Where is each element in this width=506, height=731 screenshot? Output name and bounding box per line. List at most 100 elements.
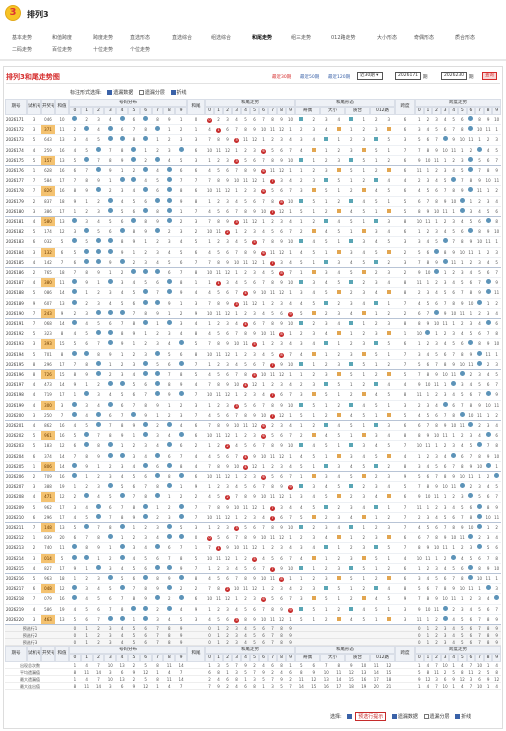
- nav-link[interactable]: 大小形态: [377, 34, 397, 41]
- span-trend-cell: 10: [494, 453, 500, 459]
- span-trend-cell: 1: [478, 249, 481, 255]
- span-trend-cell: 2: [469, 259, 473, 265]
- recent-30-link[interactable]: 最近30期: [272, 74, 291, 80]
- hit-ball: [119, 524, 125, 529]
- span-trend-cell: 3: [486, 198, 490, 204]
- dist-cell: 7: [120, 504, 124, 510]
- bottom-line-checkbox[interactable]: [455, 714, 461, 719]
- dist-cell: 4: [132, 188, 136, 194]
- sum-trend-cell: 7: [289, 270, 292, 275]
- shape-cell: [370, 339, 383, 348]
- span-cell: 4: [403, 555, 407, 561]
- polyline-checkbox[interactable]: [170, 90, 176, 95]
- nav-link[interactable]: 个位走势: [130, 46, 150, 53]
- span-cell: 3: [403, 259, 407, 265]
- range-select[interactable]: 近30期 ▾: [357, 72, 383, 80]
- shape-cell: 2: [374, 576, 378, 581]
- stat-value: 1: [418, 684, 421, 689]
- dist-cell: [93, 421, 105, 430]
- sum-cell: 14: [59, 453, 65, 459]
- table-row: 2026210 6 296 17 4 5 7 8 9 2 3 7 10 11 12 1 2 3 4 7 6 7 5 2 3 4 1 2…: [5, 513, 501, 523]
- sum-trend-cell: 10: [260, 616, 267, 622]
- recent-50-link[interactable]: 最近50期: [300, 74, 319, 80]
- span-trend-cell: 8: [495, 331, 498, 337]
- forecast-digit: 0: [418, 626, 421, 631]
- ones-cell: 2: [194, 229, 198, 235]
- missing-data-checkbox[interactable]: [107, 90, 113, 95]
- shape-sub: 质合: [345, 107, 370, 115]
- to-issue-input[interactable]: 2026230: [441, 72, 467, 80]
- hit-ball: [143, 605, 149, 611]
- table-row: 2026177 7 584 17 7 8 9 1 4 5 7 7 7 8 9 10 11 12 1 7 3 4 2 3 5 1 2 4…: [5, 176, 501, 187]
- hit-ball: [494, 595, 500, 601]
- nav-link[interactable]: 组选综合: [211, 34, 231, 41]
- shape-cell: 2: [324, 157, 328, 163]
- sum-trend-cell: 4: [235, 484, 238, 490]
- nav-link[interactable]: 二码走势: [12, 46, 32, 53]
- shape-marker: [336, 616, 341, 621]
- nav-link[interactable]: 十位走势: [93, 46, 113, 53]
- forecast-digit: 7: [156, 626, 159, 631]
- nav-link[interactable]: 基本走势: [12, 34, 32, 41]
- dist-cell: 8: [85, 453, 88, 459]
- nav-link[interactable]: 012路走势: [331, 34, 356, 41]
- sum-trend-cell: 3: [253, 474, 256, 479]
- sum-trend-cell: 8: [217, 382, 220, 388]
- sum-trend-cell: 4: [289, 504, 292, 510]
- prize-cell: 374: [44, 453, 52, 459]
- dist-cell: 7: [179, 545, 183, 551]
- shape-cell: 1: [324, 606, 328, 612]
- span-trend-cell: 5: [426, 300, 430, 306]
- shape-cell: [370, 135, 383, 144]
- stat-value: 8: [73, 684, 77, 689]
- table-row: 2026183 6 032 5 5 8 9 1 2 3 4 5 1 2 3 4 5 5 7 8 9 10 4 5 1 3 4 5 3 3 4…: [5, 237, 501, 248]
- shape-cell: [295, 564, 308, 573]
- nav-link[interactable]: 直选综合: [172, 34, 192, 41]
- sum-trend-cell: 7: [268, 503, 277, 512]
- trial-cell: 5: [32, 157, 36, 163]
- nav-link[interactable]: 直选形态: [130, 34, 150, 41]
- sum-trend-cell: 7: [235, 372, 238, 377]
- forecast-row[interactable]: 预选行2 0 1 2 3 4 5 6 7 8 9 0 1 2 3 4 5 6 7 8 9 0 1 2 3 4 5 6 7 8 9: [5, 632, 501, 639]
- sum-trend-cell: 6: [253, 198, 256, 204]
- sum-trend-cell: 8: [244, 576, 247, 581]
- dist-cell: [152, 370, 164, 379]
- nav-link[interactable]: 跨度走势: [93, 34, 113, 41]
- nav-link[interactable]: 和值跨度: [52, 34, 72, 41]
- from-issue-input[interactable]: 2026171: [395, 72, 421, 80]
- forecast-row[interactable]: 预选行3 0 1 2 3 4 5 6 7 8 9 0 1 2 3 4 5 6 7 8 9 0 1 2 3 4 5 6 7 8 9: [5, 639, 501, 646]
- shape-cell: [345, 156, 358, 165]
- nav-link[interactable]: 质合形态: [455, 34, 475, 41]
- query-button[interactable]: 查询: [482, 72, 497, 80]
- sum-trend-cell: 6: [226, 412, 229, 418]
- nav-link[interactable]: 组三走势: [291, 34, 311, 41]
- bottom-layer-checkbox[interactable]: [423, 714, 429, 719]
- nav-link[interactable]: 奇偶形态: [414, 34, 434, 41]
- nav-link[interactable]: 百位走势: [52, 46, 72, 53]
- hit-ball: [107, 615, 113, 621]
- dist-cell: [93, 248, 105, 257]
- bottom-missing-checkbox[interactable]: [391, 714, 397, 719]
- missing-layer-checkbox[interactable]: [138, 90, 144, 95]
- nav-link[interactable]: 和尾走势: [252, 34, 272, 41]
- span-trend-cell: 2: [452, 157, 455, 163]
- span-trend-cell: 6: [486, 270, 490, 275]
- shape-cell: 5: [362, 157, 366, 163]
- forecast-row[interactable]: 预选行1 0 1 2 3 4 5 6 7 8 9 0 1 2 3 4 5 6 7 8 9 0 1 2 3 4 5 6 7 8 9: [5, 625, 501, 632]
- span-digit: 4: [449, 107, 458, 115]
- stat-value: 2: [289, 677, 292, 682]
- dist-cell: 5: [109, 586, 112, 592]
- stat-value: 8: [156, 677, 159, 682]
- recent-120-link[interactable]: 最近120期: [328, 74, 350, 80]
- dist-cell: 9: [73, 198, 77, 204]
- span-trend-cell: 11: [433, 157, 440, 163]
- dist-cell: 2: [168, 504, 171, 510]
- dist-cell: [69, 411, 81, 420]
- issue-cell: 2026216: [6, 576, 24, 581]
- forecast-checkbox[interactable]: [347, 714, 353, 719]
- forecast-digit: 7: [478, 640, 481, 645]
- sum-trend-cell: 10: [287, 525, 294, 530]
- prize-cell: 243: [41, 308, 55, 318]
- dist-cell: 8: [156, 208, 159, 214]
- dist-cell: [163, 288, 175, 297]
